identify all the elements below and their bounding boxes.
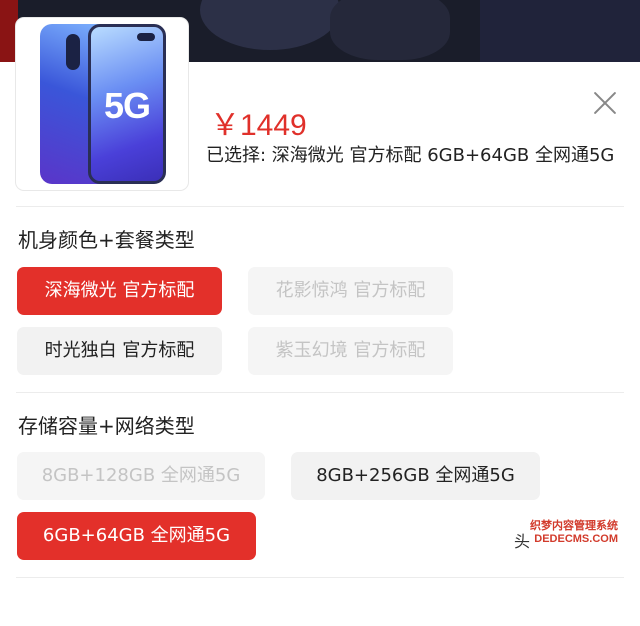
5g-badge: 5G [103,85,151,126]
storage-section-title: 存储容量+网络类型 [18,414,195,438]
option-storage-3[interactable]: 6GB+64GB 全网通5G [17,512,256,560]
watermark-line1: 织梦内容管理系统 [530,520,618,532]
camera-module [66,34,80,70]
divider [16,392,624,393]
option-storage-2[interactable]: 8GB+256GB 全网通5G [291,452,540,500]
watermark-line2: DEDECMS.COM [534,533,618,545]
option-color-1[interactable]: 深海微光 官方标配 [17,267,222,315]
phone-front-image: 5G [88,24,166,184]
product-thumbnail: 5G [16,18,188,190]
option-color-4[interactable]: 紫玉幻境 官方标配 [248,327,453,375]
background-shape [330,0,450,60]
close-icon[interactable] [588,86,622,120]
option-color-3[interactable]: 时光独白 官方标配 [17,327,222,375]
front-camera [137,33,155,41]
option-storage-1[interactable]: 8GB+128GB 全网通5G [17,452,265,500]
background-shape [480,0,640,62]
watermark: 织梦内容管理系统 DEDECMS.COM [530,520,618,546]
color-section-title: 机身颜色+套餐类型 [18,228,195,252]
price: ￥1449 [210,109,307,142]
selected-summary: 已选择: 深海微光 官方标配 6GB+64GB 全网通5G [206,145,615,166]
watermark-partial: 头 [514,532,531,551]
divider [16,577,624,578]
background-shape [200,0,340,50]
divider [16,206,624,207]
option-color-2[interactable]: 花影惊鸿 官方标配 [248,267,453,315]
